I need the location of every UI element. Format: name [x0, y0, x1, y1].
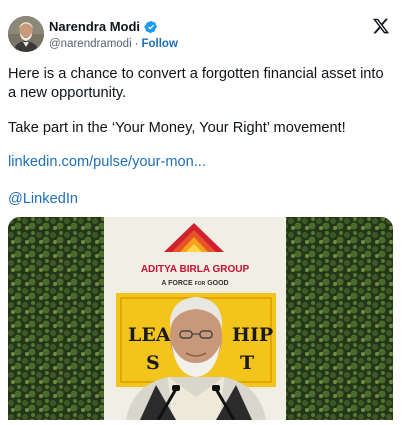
tagline-for: FOR — [195, 281, 206, 287]
display-name[interactable]: Narendra Modi — [49, 19, 140, 34]
sign-text-1b: HIP — [232, 324, 273, 346]
name-row: Narendra Modi — [49, 19, 158, 34]
separator-dot: · — [134, 38, 139, 50]
mention-link[interactable]: @LinkedIn — [8, 190, 78, 209]
tweet-media-image[interactable]: ADITYA BIRLA GROUP A FORCE FOR GOOD LEA HI… — [8, 217, 393, 420]
tweet-paragraph-2: Take part in the ‘Your Money, Your Right… — [8, 120, 346, 136]
article-link[interactable]: linkedin.com/pulse/your-mon... — [8, 153, 206, 172]
sign-text-2a: S — [146, 352, 160, 374]
tagline-force: FORCE — [168, 280, 193, 287]
tweet-paragraph-1: Here is a chance to convert a forgotten … — [8, 66, 384, 101]
follow-button[interactable]: Follow — [141, 38, 177, 50]
media-photo: ADITYA BIRLA GROUP A FORCE FOR GOOD LEA HI… — [8, 217, 393, 420]
banner-tagline: A FORCE FOR GOOD — [161, 280, 228, 287]
avatar[interactable] — [8, 16, 44, 52]
avatar-image — [8, 16, 44, 52]
sign-text-2b: T — [240, 352, 254, 374]
tweet-header: Narendra Modi @narendramodi · Follow — [8, 14, 394, 56]
handle[interactable]: @narendramodi — [49, 38, 132, 50]
tagline-a: A — [161, 280, 168, 287]
x-logo-icon[interactable] — [372, 17, 390, 35]
verified-badge-icon — [144, 20, 157, 33]
banner-org-text: ADITYA BIRLA GROUP — [141, 264, 250, 275]
handle-row: @narendramodi · Follow — [49, 38, 178, 50]
sign-text-1a: LEA — [128, 324, 171, 346]
tagline-good: GOOD — [207, 280, 228, 287]
